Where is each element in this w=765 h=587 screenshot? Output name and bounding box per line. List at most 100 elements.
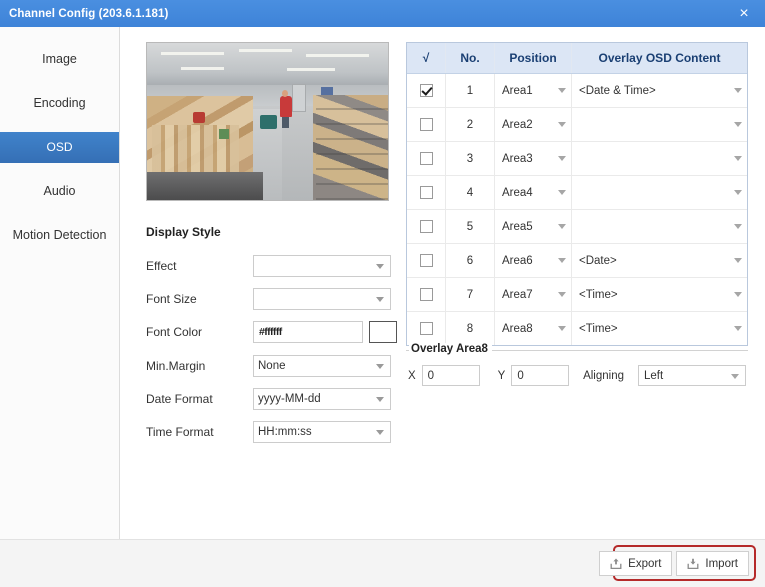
time-format-value: HH:mm:ss [258, 426, 312, 438]
row-checkbox[interactable] [420, 288, 433, 301]
header-check: √ [407, 43, 446, 74]
position-select[interactable]: Area2 [496, 109, 570, 140]
row-content-cell [572, 176, 748, 210]
position-value: Area8 [502, 323, 554, 335]
row-no: 7 [446, 278, 495, 312]
content-select[interactable] [573, 211, 746, 242]
export-button[interactable]: Export [599, 551, 672, 576]
chevron-down-icon [558, 156, 566, 161]
table-header-row: √ No. Position Overlay OSD Content [407, 43, 747, 74]
live-video-preview[interactable] [146, 42, 389, 201]
row-checkbox-cell [407, 210, 446, 244]
position-select[interactable]: Area1 [496, 75, 570, 106]
position-select[interactable]: Area3 [496, 143, 570, 174]
row-checkbox[interactable] [420, 118, 433, 131]
font-color-input[interactable]: #ffffff [253, 321, 363, 343]
content-select[interactable]: <Time> [573, 313, 746, 344]
chevron-down-icon [558, 326, 566, 331]
font-color-swatch[interactable] [369, 321, 397, 343]
row-no: 1 [446, 74, 495, 108]
row-checkbox[interactable] [420, 322, 433, 335]
label-aligning: Aligning [583, 370, 624, 382]
label-font-color: Font Color [146, 325, 253, 339]
row-checkbox[interactable] [420, 186, 433, 199]
chevron-down-icon [734, 88, 742, 93]
label-date-format: Date Format [146, 392, 253, 406]
content-select[interactable]: <Date> [573, 245, 746, 276]
aligning-select[interactable]: Left [638, 365, 746, 386]
header-no: No. [446, 43, 495, 74]
font-size-select[interactable] [253, 288, 391, 310]
table-row: 4 Area4 [407, 176, 747, 210]
sidebar-item-audio[interactable]: Audio [0, 176, 119, 207]
x-input[interactable]: 0 [422, 365, 480, 386]
time-format-select[interactable]: HH:mm:ss [253, 421, 391, 443]
row-position-cell: Area3 [495, 142, 572, 176]
field-min-margin: Min.Margin None [146, 355, 436, 377]
preview-workbench [147, 172, 263, 200]
label-x: X [408, 370, 416, 382]
position-select[interactable]: Area8 [496, 313, 570, 344]
table-row: 2 Area2 [407, 108, 747, 142]
row-checkbox-cell [407, 142, 446, 176]
content-select[interactable]: <Date & Time> [573, 75, 746, 106]
content-select[interactable] [573, 177, 746, 208]
sidebar: Image Encoding OSD Audio Motion Detectio… [0, 27, 120, 539]
preview-green-crate [219, 129, 229, 138]
row-position-cell: Area5 [495, 210, 572, 244]
label-time-format: Time Format [146, 425, 253, 439]
channel-config-window: Channel Config (203.6.1.181) × Image Enc… [0, 0, 765, 587]
title-bar: Channel Config (203.6.1.181) × [0, 0, 765, 27]
field-date-format: Date Format yyyy-MM-dd [146, 388, 436, 410]
table-row: 7 Area7 <Time> [407, 278, 747, 312]
overlay-area-title: Overlay Area8 [409, 343, 492, 355]
row-content-cell: <Time> [572, 312, 748, 346]
chevron-down-icon [376, 297, 384, 302]
chevron-down-icon [558, 122, 566, 127]
content-value: <Date> [579, 255, 730, 267]
row-checkbox[interactable] [420, 84, 433, 97]
row-checkbox[interactable] [420, 254, 433, 267]
row-no: 3 [446, 142, 495, 176]
chevron-down-icon [731, 374, 739, 379]
row-checkbox-cell [407, 108, 446, 142]
label-y: Y [498, 370, 506, 382]
content-select[interactable]: <Time> [573, 279, 746, 310]
content-select[interactable] [573, 109, 746, 140]
position-value: Area7 [502, 289, 554, 301]
position-select[interactable]: Area6 [496, 245, 570, 276]
preview-ceiling-lamp [161, 52, 224, 55]
sidebar-item-motion-detection[interactable]: Motion Detection [0, 220, 119, 251]
chevron-down-icon [376, 364, 384, 369]
sidebar-item-encoding[interactable]: Encoding [0, 88, 119, 119]
header-overlay-content: Overlay OSD Content [572, 43, 748, 74]
sidebar-item-osd[interactable]: OSD [0, 132, 119, 163]
chevron-down-icon [734, 190, 742, 195]
import-button[interactable]: Import [676, 551, 749, 576]
row-checkbox[interactable] [420, 220, 433, 233]
position-select[interactable]: Area7 [496, 279, 570, 310]
import-label: Import [705, 558, 738, 570]
chevron-down-icon [558, 224, 566, 229]
row-no: 6 [446, 244, 495, 278]
date-format-select[interactable]: yyyy-MM-dd [253, 388, 391, 410]
chevron-down-icon [734, 292, 742, 297]
export-icon [610, 557, 622, 570]
row-checkbox[interactable] [420, 152, 433, 165]
footer-bar: Export Import [0, 539, 765, 587]
position-select[interactable]: Area4 [496, 177, 570, 208]
osd-panel: Display Style Effect Font Size Font Colo… [120, 27, 765, 539]
content-select[interactable] [573, 143, 746, 174]
position-value: Area3 [502, 153, 554, 165]
effect-select[interactable] [253, 255, 391, 277]
min-margin-select[interactable]: None [253, 355, 391, 377]
row-position-cell: Area2 [495, 108, 572, 142]
y-input[interactable]: 0 [511, 365, 569, 386]
chevron-down-icon [558, 88, 566, 93]
overlay-area-group: Overlay Area8 X 0 Y 0 Aligning Left [406, 343, 748, 399]
table-row: 3 Area3 [407, 142, 747, 176]
position-select[interactable]: Area5 [496, 211, 570, 242]
sidebar-item-image[interactable]: Image [0, 44, 119, 75]
close-icon[interactable]: × [731, 0, 757, 27]
field-time-format: Time Format HH:mm:ss [146, 421, 436, 443]
